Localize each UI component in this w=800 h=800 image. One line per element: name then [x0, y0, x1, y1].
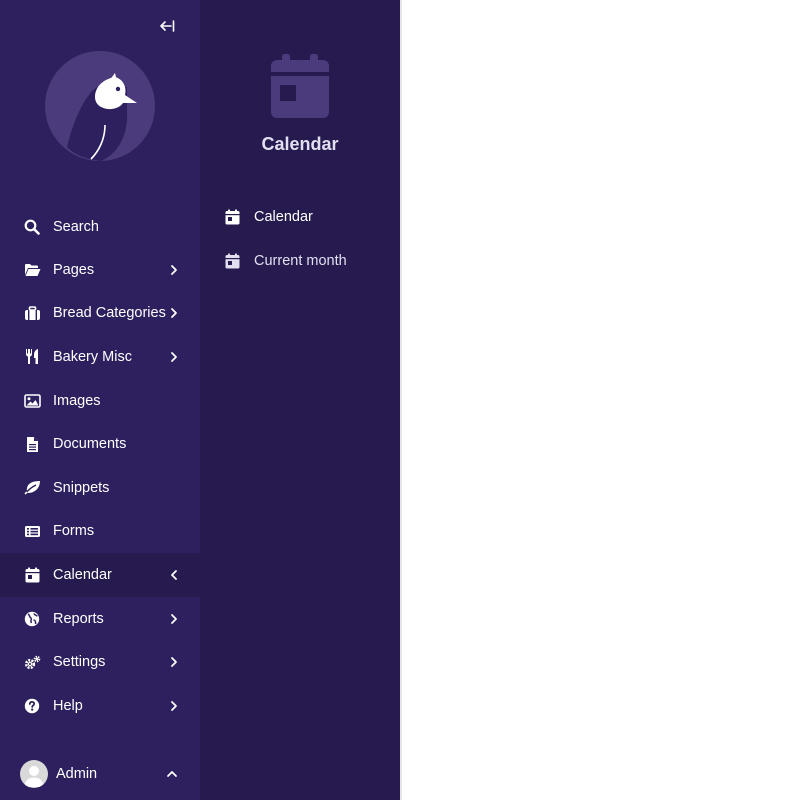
panel-divider [400, 0, 402, 800]
utensils-icon [22, 347, 42, 367]
search-label: Search [53, 219, 99, 235]
sidebar-item-label: Help [53, 697, 83, 714]
sidebar-item-label: Images [53, 392, 101, 409]
wagtail-logo[interactable] [45, 51, 155, 161]
sidebar-item-label: Reports [53, 610, 104, 627]
account-name: Admin [56, 766, 98, 782]
sidebar-item-forms[interactable]: Forms [0, 510, 200, 554]
list-icon [22, 521, 42, 541]
cogs-icon [22, 652, 42, 672]
folder-open-icon [22, 260, 42, 280]
chevron-right-icon [166, 698, 182, 714]
account-menu-button[interactable]: Admin [0, 752, 200, 796]
chevron-right-icon [166, 654, 182, 670]
sidebar-item-help[interactable]: Help [0, 684, 200, 728]
chevron-up-icon [164, 766, 180, 782]
calendar-icon [271, 54, 329, 123]
sidebar-item-reports[interactable]: Reports [0, 597, 200, 641]
calendar-icon [22, 565, 42, 585]
sidebar-item-calendar[interactable]: Calendar [0, 553, 200, 597]
image-icon [22, 391, 42, 411]
sidebar-item-label: Pages [53, 261, 95, 278]
search-button[interactable]: Search [0, 207, 200, 247]
avatar [20, 760, 48, 788]
sidebar-item-label: Calendar [53, 566, 112, 583]
chevron-left-icon [166, 567, 182, 583]
submenu-item-label: Calendar [254, 209, 313, 225]
leaf-icon [22, 478, 42, 498]
help-icon [22, 696, 42, 716]
submenu-item-calendar[interactable]: Calendar [200, 197, 400, 237]
sidebar-item-bakery-misc[interactable]: Bakery Misc [0, 335, 200, 379]
sidebar-item-label: Documents [53, 436, 127, 453]
sidebar-item-bread-categories[interactable]: Bread Categories [0, 292, 200, 336]
chevron-right-icon [166, 349, 182, 365]
sidebar-item-snippets[interactable]: Snippets [0, 466, 200, 510]
sidebar-item-images[interactable]: Images [0, 379, 200, 423]
search-icon [22, 217, 42, 237]
sidebar-item-pages[interactable]: Pages [0, 248, 200, 292]
sidebar-item-label: Forms [53, 523, 95, 540]
chevron-right-icon [166, 305, 182, 321]
chevron-right-icon [166, 611, 182, 627]
globe-icon [22, 609, 42, 629]
submenu-title: Calendar [261, 134, 339, 154]
sidebar-item-label: Snippets [53, 479, 110, 496]
sidebar-item-documents[interactable]: Documents [0, 422, 200, 466]
chevron-right-icon [166, 262, 182, 278]
document-icon [22, 434, 42, 454]
submenu-item-label: Current month [254, 253, 347, 269]
sidebar-item-label: Settings [53, 654, 106, 671]
main-sidebar: Search Pages Bread Categories Bakery Mis… [0, 0, 200, 800]
submenu-item-current-month[interactable]: Current month [200, 241, 400, 281]
sidebar-item-settings[interactable]: Settings [0, 640, 200, 684]
sidebar-item-label: Bakery Misc [53, 348, 132, 365]
collapse-sidebar-icon[interactable] [155, 14, 179, 38]
calendar-icon [222, 207, 242, 227]
sidebar-menu: Pages Bread Categories Bakery Misc Image… [0, 248, 200, 728]
sidebar-item-label: Bread Categories [53, 305, 166, 322]
calendar-icon [222, 251, 242, 271]
suitcase-icon [22, 303, 42, 323]
